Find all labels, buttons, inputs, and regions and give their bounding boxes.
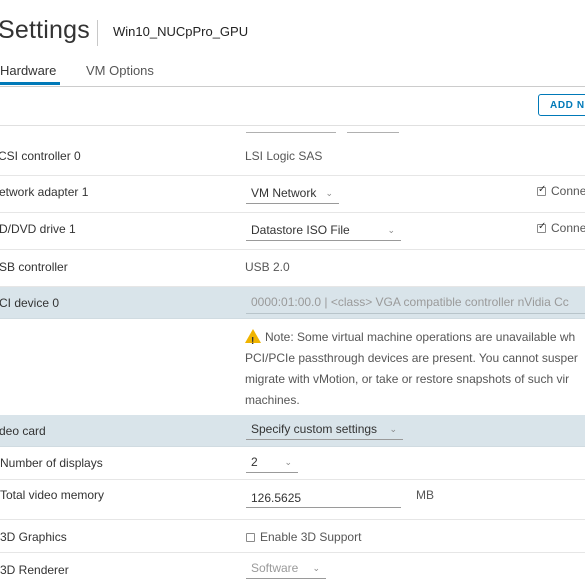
network-select-value: VM Network <box>251 186 317 200</box>
scrolled-field-edge <box>347 132 399 133</box>
enable-3d-checkbox[interactable]: Enable 3D Support <box>246 530 361 544</box>
3d-graphics-label: 3D Graphics <box>0 530 67 544</box>
pci-device-field: 0000:01:00.0 | <class> VGA compatible co… <box>246 293 585 314</box>
row-cd-dvd-drive: D/DVD drive 1 Datastore ISO File ⌄ Conne <box>0 213 585 250</box>
title-divider <box>97 20 98 46</box>
note-line: PCI/PCIe passthrough devices are present… <box>245 351 578 365</box>
row-scsi-controller: CSI controller 0 LSI Logic SAS <box>0 138 585 176</box>
active-tab-indicator <box>0 82 60 85</box>
add-new-device-button[interactable]: ADD N <box>538 94 585 116</box>
checkbox-icon <box>246 533 255 542</box>
row-total-video-memory: Total video memory 126.5625 MB <box>0 480 585 520</box>
displays-select[interactable]: 2 ⌄ <box>246 453 298 473</box>
video-card-select[interactable]: Specify custom settings ⌄ <box>246 420 403 440</box>
note-line: migrate with vMotion, or take or restore… <box>245 372 570 386</box>
chevron-down-icon: ⌄ <box>325 188 333 198</box>
video-memory-input[interactable]: 126.5625 <box>246 486 401 508</box>
network-adapter-label[interactable]: etwork adapter 1 <box>0 185 88 199</box>
scsi-controller-label[interactable]: CSI controller 0 <box>0 149 81 163</box>
scrolled-field-edge <box>246 132 336 133</box>
row-pci-note: ! Note: Some virtual machine operations a… <box>0 319 585 415</box>
row-video-card: deo card Specify custom settings ⌄ <box>0 415 585 447</box>
scsi-controller-value: LSI Logic SAS <box>245 149 323 163</box>
row-usb-controller: SB controller USB 2.0 <box>0 250 585 287</box>
note-line: ! Note: Some virtual machine operations a… <box>245 327 585 348</box>
dvd-connect-label: Conne <box>551 221 585 235</box>
list-top-divider <box>0 125 585 126</box>
usb-controller-value: USB 2.0 <box>245 260 290 274</box>
renderer-value: Software <box>251 561 299 575</box>
number-of-displays-label: Number of displays <box>0 456 103 470</box>
chevron-down-icon: ⌄ <box>284 457 292 467</box>
vm-name: Win10_NUCpPro_GPU <box>113 24 249 39</box>
checkbox-icon <box>537 184 546 196</box>
total-video-memory-label: Total video memory <box>0 488 105 502</box>
checkbox-icon <box>537 221 546 233</box>
network-connect-checkbox[interactable]: Conne <box>537 184 585 198</box>
row-network-adapter: etwork adapter 1 VM Network ⌄ Conne <box>0 176 585 213</box>
tab-hardware[interactable]: Hardware <box>0 63 56 78</box>
tab-vm-options[interactable]: VM Options <box>86 63 154 78</box>
video-card-label[interactable]: deo card <box>0 424 46 438</box>
row-3d-graphics: 3D Graphics Enable 3D Support <box>0 520 585 553</box>
usb-controller-label[interactable]: SB controller <box>0 260 68 274</box>
displays-value: 2 <box>251 455 258 469</box>
note-text: Note: Some virtual machine operations ar… <box>265 330 576 344</box>
video-card-value: Specify custom settings <box>251 422 378 436</box>
dvd-media-value: Datastore ISO File <box>251 223 350 237</box>
network-connect-label: Conne <box>551 184 585 198</box>
renderer-select[interactable]: Software ⌄ <box>246 559 326 579</box>
dvd-media-select[interactable]: Datastore ISO File ⌄ <box>246 221 401 241</box>
row-3d-renderer: 3D Renderer Software ⌄ <box>0 553 585 585</box>
dvd-connect-checkbox[interactable]: Conne <box>537 221 585 235</box>
tab-bar: Hardware VM Options <box>0 62 585 87</box>
video-memory-unit: MB <box>416 488 434 502</box>
row-number-of-displays: Number of displays 2 ⌄ <box>0 447 585 480</box>
note-line: machines. <box>245 393 300 407</box>
chevron-down-icon: ⌄ <box>389 424 397 434</box>
page-title: Settings <box>0 16 90 44</box>
chevron-down-icon: ⌄ <box>387 225 395 235</box>
cd-dvd-drive-label[interactable]: D/DVD drive 1 <box>0 222 76 236</box>
warning-icon: ! <box>245 329 261 347</box>
passthrough-note: ! Note: Some virtual machine operations a… <box>245 327 585 411</box>
network-select[interactable]: VM Network ⌄ <box>246 184 339 204</box>
row-pci-device: CI device 0 0000:01:00.0 | <class> VGA c… <box>0 287 585 319</box>
enable-3d-label: Enable 3D Support <box>260 530 362 544</box>
pci-device-label[interactable]: CI device 0 <box>0 296 59 310</box>
chevron-down-icon: ⌄ <box>312 563 320 573</box>
3d-renderer-label: 3D Renderer <box>0 563 69 577</box>
